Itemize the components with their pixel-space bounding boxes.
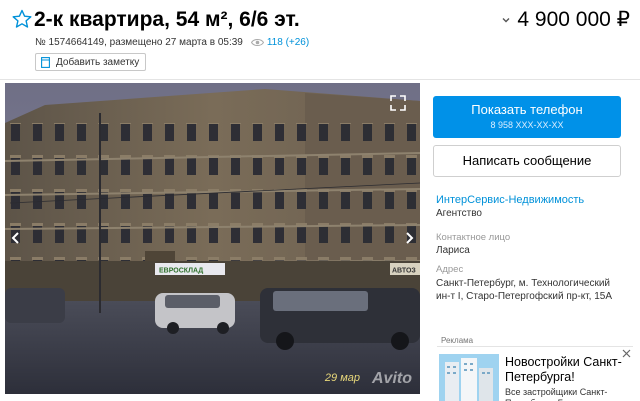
arrow-left-icon[interactable] [11,231,21,245]
views-count[interactable]: 118 (+26) [267,37,309,48]
contact-person: Лариса [436,245,470,256]
address: Санкт-Петербург, м. Технологический ин-т… [436,278,613,302]
show-phone-label: Показать телефон [471,102,583,117]
add-note-button[interactable]: Добавить заметку [35,53,147,71]
add-note-label: Добавить заметку [56,56,140,68]
star-icon[interactable] [12,9,32,29]
divider [0,79,640,80]
ad-banner[interactable]: Новостройки Санкт-Петербурга! Все застро… [437,346,633,401]
photo-date-watermark: 29 мар [324,372,360,384]
ad-title[interactable]: Новостройки Санкт-Петербурга! [505,355,629,385]
ad-label: Реклама [441,336,474,345]
expand-icon[interactable] [390,95,406,111]
listing-meta: № 1574664149, размещено 27 марта в 05:39… [35,36,309,49]
building-photo-image: ЕВРОСКЛАД АВТОЗ [5,83,420,394]
eye-icon [250,39,264,46]
avito-watermark: Avito [372,370,412,387]
arrow-right-icon[interactable] [404,231,414,245]
listing-id-date: № 1574664149, размещено 27 марта в 05:39 [35,37,243,48]
listing-photo[interactable]: ЕВРОСКЛАД АВТОЗ 29 мар Avito [5,83,420,394]
price-block[interactable]: 4 900 000 ₽ [501,6,630,34]
phone-masked: 8 958 XXX-XX-XX [490,120,564,130]
auto-sign-text: АВТОЗ [392,268,416,275]
seller-type: Агентство [436,208,482,219]
ad-building-image [439,354,499,401]
seller-name-link[interactable]: ИнтерСервис-Недвижимость [436,194,584,206]
contact-person-label: Контактное лицо [436,232,511,243]
show-phone-button[interactable]: Показать телефон 8 958 XXX-XX-XX [433,96,621,138]
ad-description: Все застройщики Санкт-Петербурга. Беспла… [505,387,608,401]
note-icon [41,56,50,68]
listing-header: 2-к квартира, 54 м², 6/6 эт. 4 900 000 ₽ [12,6,630,36]
listing-price: 4 900 000 ₽ [517,8,630,31]
listing-title: 2-к квартира, 54 м², 6/6 эт. [34,8,300,31]
write-message-button[interactable]: Написать сообщение [433,145,621,177]
store-sign-text: ЕВРОСКЛАД [159,268,203,275]
address-label: Адрес [436,264,464,275]
chevron-down-icon[interactable] [501,15,511,25]
